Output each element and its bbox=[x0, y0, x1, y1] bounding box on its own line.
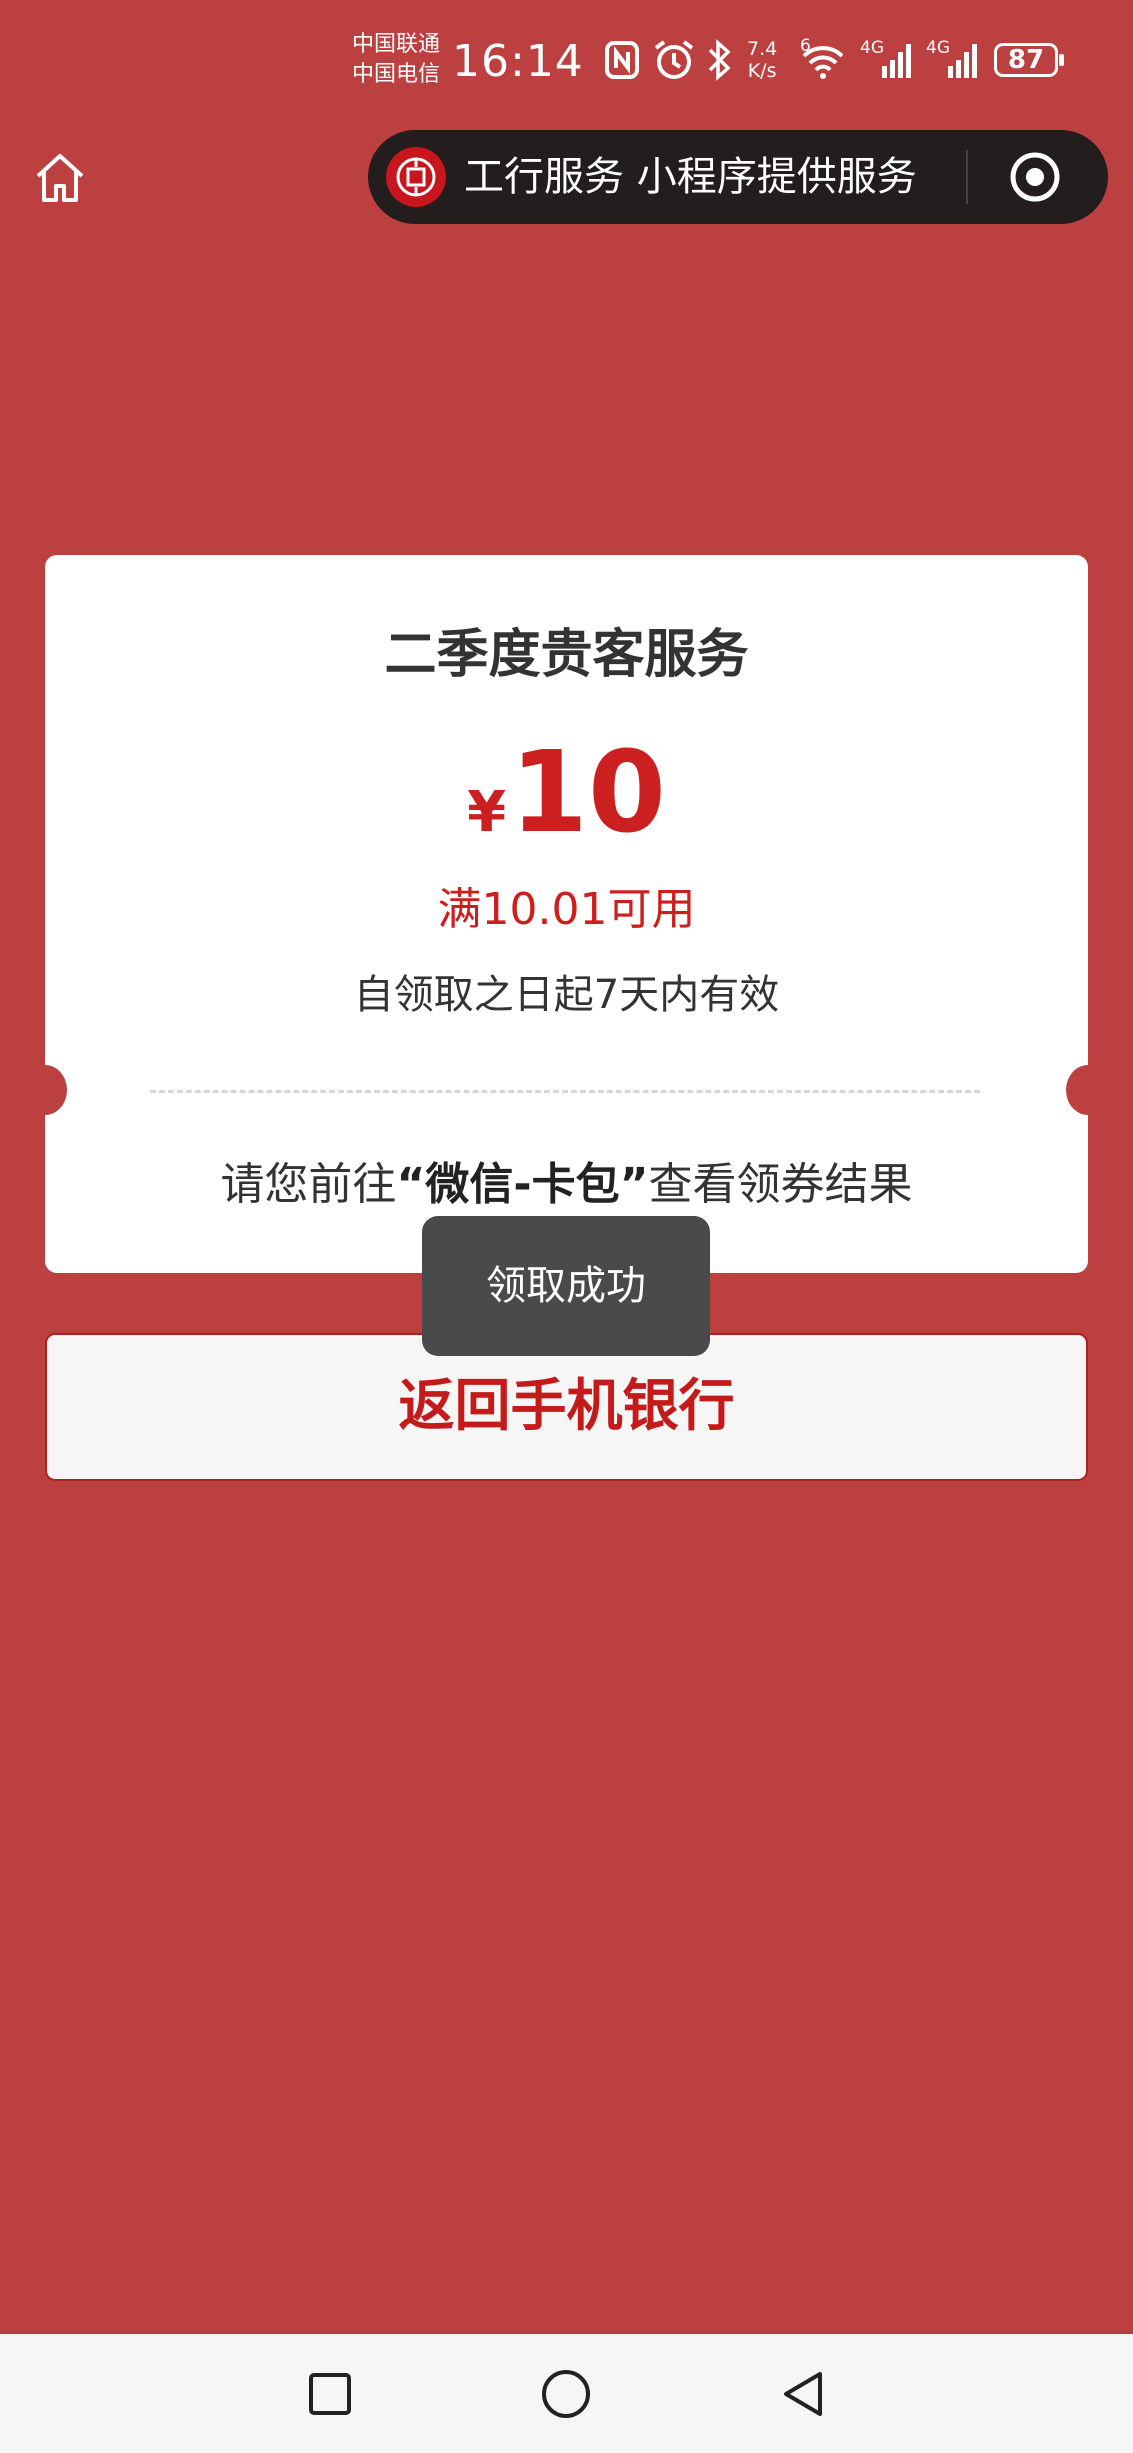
target-close-icon[interactable] bbox=[1010, 152, 1060, 202]
triangle-back-icon[interactable] bbox=[772, 2364, 832, 2424]
status-time: 16:14 bbox=[452, 36, 584, 87]
bluetooth-icon bbox=[706, 38, 732, 82]
coupon-hint: 请您前往“微信-卡包”查看领券结果 bbox=[220, 1159, 913, 1210]
capsule-divider bbox=[966, 150, 968, 204]
nfc-icon bbox=[604, 38, 640, 82]
home-icon[interactable] bbox=[30, 148, 90, 208]
square-recent-icon[interactable] bbox=[300, 2364, 360, 2424]
circle-home-icon[interactable] bbox=[536, 2364, 596, 2424]
net-speed: 7.4 K/s bbox=[747, 38, 778, 82]
card-notch-right bbox=[1066, 1065, 1110, 1115]
carrier-2: 中国电信 bbox=[352, 62, 441, 87]
wifi-icon: 6 bbox=[798, 36, 848, 82]
signal-icon: 4G bbox=[926, 38, 982, 82]
card-notch-left bbox=[23, 1065, 67, 1115]
dashed-divider bbox=[150, 1090, 980, 1093]
hint-emphasis: “微信-卡包” bbox=[396, 1159, 649, 1210]
coupon-condition: 满10.01可用 bbox=[437, 884, 696, 935]
coupon-validity: 自领取之日起7天内有效 bbox=[353, 972, 780, 1018]
system-nav-bar bbox=[0, 2334, 1133, 2453]
capsule-title: 工行服务 小程序提供服务 bbox=[464, 154, 917, 200]
coupon-price: ¥10 bbox=[45, 733, 1088, 886]
coupon-title: 二季度贵客服务 bbox=[384, 625, 749, 685]
battery-icon: 87 bbox=[994, 43, 1064, 77]
coupon-card: 二季度贵客服务 ¥10 满10.01可用 自领取之日起7天内有效 请您前往“微信… bbox=[45, 555, 1088, 1273]
carrier-1: 中国联通 bbox=[352, 32, 441, 57]
miniprogram-capsule: 工行服务 小程序提供服务 bbox=[368, 130, 1108, 224]
success-toast: 领取成功 bbox=[422, 1216, 710, 1356]
icbc-logo-icon bbox=[386, 147, 446, 207]
coupon-amount: 10 bbox=[510, 728, 666, 858]
status-bar: 中国联通 中国电信 16:14 7.4 K/s 6 4G 4G 87 bbox=[0, 0, 1133, 125]
alarm-icon bbox=[652, 38, 696, 82]
carrier-labels: 中国联通 中国电信 bbox=[352, 30, 440, 90]
currency-symbol: ¥ bbox=[467, 780, 507, 845]
signal-icon: 4G bbox=[860, 38, 916, 82]
